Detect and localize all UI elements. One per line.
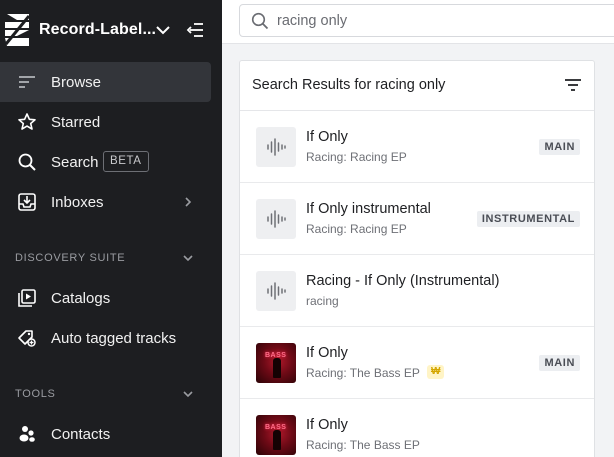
- sidebar: Record-Label... Browse Starred Search BE…: [0, 0, 222, 457]
- album-cover-image: BASS: [256, 343, 296, 383]
- chevron-right-icon: [185, 197, 192, 207]
- track-release: racing: [306, 294, 339, 308]
- version-tag: INSTRUMENTAL: [476, 211, 580, 227]
- results-header: Search Results for racing only: [240, 61, 594, 111]
- search-input[interactable]: racing only: [239, 4, 614, 37]
- nav-auto-tagged-label: Auto tagged tracks: [51, 330, 177, 347]
- currency-badge-icon: ₩: [427, 365, 444, 379]
- track-artwork: [256, 271, 296, 311]
- nav-browse[interactable]: Browse: [0, 62, 211, 102]
- nav-contacts[interactable]: Contacts: [0, 414, 211, 454]
- main-content: racing only Search Results for racing on…: [222, 0, 614, 457]
- nav-search-label: Search: [51, 154, 99, 171]
- workspace-name: Record-Label...: [39, 21, 157, 38]
- auto-tag-icon: [18, 330, 36, 347]
- search-query: racing only: [277, 13, 348, 29]
- cover-art-figure: [273, 430, 281, 450]
- brand-logo-icon: [4, 14, 30, 46]
- search-icon: [18, 153, 36, 171]
- track-release: Racing: Racing EP: [306, 150, 407, 164]
- chevron-down-icon[interactable]: [182, 254, 194, 262]
- album-cover-image: BASS: [256, 415, 296, 455]
- browse-icon: [19, 76, 35, 88]
- nav-browse-label: Browse: [51, 74, 102, 91]
- track-release: Racing: Racing EP: [306, 222, 407, 236]
- waveform-icon: [267, 210, 286, 228]
- nav-catalogs-label: Catalogs: [51, 290, 111, 307]
- waveform-icon: [267, 282, 286, 300]
- waveform-icon: [267, 138, 286, 156]
- result-row[interactable]: Racing - If Only (Instrumental) racing: [240, 255, 594, 327]
- chevron-down-icon: [156, 26, 170, 35]
- track-title: If Only instrumental: [306, 201, 431, 217]
- star-icon: [18, 113, 36, 130]
- results-title: Search Results for racing only: [252, 77, 446, 93]
- inbox-icon: [18, 193, 36, 211]
- track-title: Racing - If Only (Instrumental): [306, 273, 500, 289]
- result-row[interactable]: BASS If Only Racing: The Bass EP ₩ MAIN: [240, 327, 594, 399]
- version-tag: MAIN: [539, 355, 580, 371]
- cover-art-figure: [273, 358, 281, 378]
- nav-inboxes-label: Inboxes: [51, 194, 104, 211]
- top-bar: racing only: [222, 0, 614, 44]
- nav-inboxes[interactable]: Inboxes: [0, 182, 211, 222]
- search-results-panel: Search Results for racing only If Only R…: [239, 60, 595, 457]
- result-row[interactable]: If Only Racing: Racing EP MAIN: [240, 111, 594, 183]
- nav-contacts-label: Contacts: [51, 426, 111, 443]
- search-icon: [251, 12, 269, 30]
- result-row[interactable]: If Only instrumental Racing: Racing EP I…: [240, 183, 594, 255]
- beta-badge: BETA: [103, 151, 149, 172]
- filter-icon[interactable]: [564, 78, 582, 92]
- nav-auto-tagged-tracks[interactable]: Auto tagged tracks: [0, 318, 211, 358]
- nav-starred-label: Starred: [51, 114, 101, 131]
- track-artwork: [256, 127, 296, 167]
- nav-starred[interactable]: Starred: [0, 102, 211, 142]
- chevron-down-icon[interactable]: [182, 390, 194, 398]
- discovery-section-title: DISCOVERY SUITE: [15, 252, 126, 264]
- collapse-sidebar-icon[interactable]: [186, 22, 204, 38]
- result-row[interactable]: BASS If Only Racing: The Bass EP: [240, 399, 594, 457]
- nav-search[interactable]: Search BETA: [0, 142, 211, 182]
- nav-catalogs[interactable]: Catalogs: [0, 278, 211, 318]
- catalog-icon: [18, 289, 36, 307]
- version-tag: MAIN: [539, 139, 580, 155]
- track-title: If Only: [306, 345, 348, 361]
- track-release: Racing: The Bass EP: [306, 438, 420, 452]
- contacts-icon: [19, 426, 35, 442]
- tools-section-title: TOOLS: [15, 388, 56, 400]
- track-release: Racing: The Bass EP: [306, 366, 420, 380]
- track-artwork: [256, 199, 296, 239]
- track-title: If Only: [306, 417, 348, 433]
- track-title: If Only: [306, 129, 348, 145]
